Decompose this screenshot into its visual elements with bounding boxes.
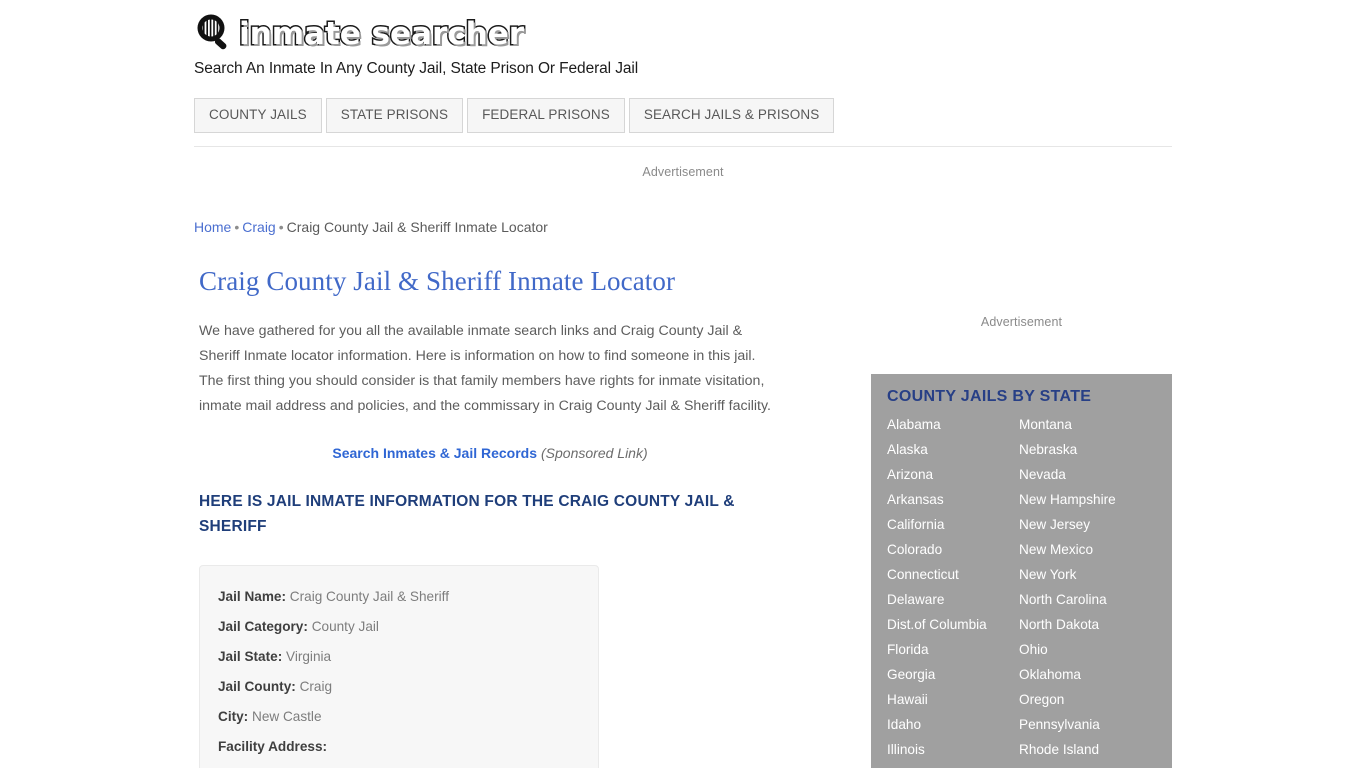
info-value: New Castle [252,709,322,724]
state-link-arkansas[interactable]: Arkansas [887,487,1019,512]
state-link-georgia[interactable]: Georgia [887,662,1019,687]
state-link-alaska[interactable]: Alaska [887,437,1019,462]
state-link-nebraska[interactable]: Nebraska [1019,437,1156,462]
breadcrumb: Home • Craig • Craig County Jail & Sheriff I… [194,219,548,235]
info-label: Jail Category: [218,619,308,634]
state-link-north-dakota[interactable]: North Dakota [1019,612,1156,637]
header-divider [194,146,1172,147]
breadcrumb-separator: • [234,219,240,235]
state-link-illinois[interactable]: Illinois [887,737,1019,762]
state-link-florida[interactable]: Florida [887,637,1019,662]
info-label: Jail State: [218,649,283,664]
info-row-jail-state: Jail State: Virginia [218,642,580,672]
main-navigation: COUNTY JAILS STATE PRISONS FEDERAL PRISO… [194,98,835,133]
sponsored-link-row: Search Inmates & Jail Records (Sponsored … [199,445,781,461]
breadcrumb-home-link[interactable]: Home [194,219,231,235]
nav-search-jails-prisons[interactable]: SEARCH JAILS & PRISONS [628,98,835,133]
jail-info-box: Jail Name: Craig County Jail & Sheriff J… [199,565,599,768]
sidebar-county-jails-by-state: COUNTY JAILS BY STATE Alabama Alaska Ari… [871,374,1172,768]
state-link-alabama[interactable]: Alabama [887,412,1019,437]
state-link-california[interactable]: California [887,512,1019,537]
state-link-new-hampshire[interactable]: New Hampshire [1019,487,1156,512]
state-link-new-york[interactable]: New York [1019,562,1156,587]
state-link-delaware[interactable]: Delaware [887,587,1019,612]
sponsored-link-note: (Sponsored Link) [541,445,648,461]
info-label: Facility Address: [218,739,328,754]
state-column-left: Alabama Alaska Arizona Arkansas Californ… [887,412,1019,762]
main-content: Craig County Jail & Sheriff Inmate Locat… [199,262,799,768]
state-link-idaho[interactable]: Idaho [887,712,1019,737]
intro-paragraph: We have gathered for you all the availab… [199,323,771,414]
breadcrumb-separator: • [278,219,284,235]
state-link-north-carolina[interactable]: North Carolina [1019,587,1156,612]
state-link-colorado[interactable]: Colorado [887,537,1019,562]
state-link-arizona[interactable]: Arizona [887,462,1019,487]
facility-address-line1: Main Street [218,762,580,768]
state-column-right: Montana Nebraska Nevada New Hampshire Ne… [1019,412,1156,762]
state-link-dist-of-columbia[interactable]: Dist.of Columbia [887,612,1019,637]
info-value: Virginia [286,649,332,664]
side-advertisement-label: Advertisement [980,315,1063,329]
sidebar-title: COUNTY JAILS BY STATE [887,388,1092,405]
state-links-grid: Alabama Alaska Arizona Arkansas Californ… [887,412,1156,762]
state-link-pennsylvania[interactable]: Pennsylvania [1019,712,1156,737]
state-link-hawaii[interactable]: Hawaii [887,687,1019,712]
breadcrumb-county-link[interactable]: Craig [242,219,275,235]
nav-federal-prisons[interactable]: FEDERAL PRISONS [467,98,625,133]
page-root: inmate searcher Search An Inmate In Any … [0,0,1366,768]
nav-county-jails[interactable]: COUNTY JAILS [194,98,322,133]
info-row-facility-address: Facility Address: [218,732,580,762]
state-link-new-jersey[interactable]: New Jersey [1019,512,1156,537]
state-link-rhode-island[interactable]: Rhode Island [1019,737,1156,762]
magnifier-jail-icon [194,13,236,55]
info-value: Craig County Jail & Sheriff [289,589,449,604]
info-label: Jail County: [218,679,296,694]
site-tagline: Search An Inmate In Any County Jail, Sta… [194,60,639,77]
state-link-nevada[interactable]: Nevada [1019,462,1156,487]
state-link-new-mexico[interactable]: New Mexico [1019,537,1156,562]
info-row-jail-county: Jail County: Craig [218,672,580,702]
nav-state-prisons[interactable]: STATE PRISONS [325,98,464,133]
logo[interactable]: inmate searcher [194,12,1172,56]
logo-text: inmate searcher [238,15,526,54]
site-header: inmate searcher Search An Inmate In Any … [194,12,1172,78]
info-value: Craig [299,679,333,694]
section-heading: HERE IS JAIL INMATE INFORMATION FOR THE … [199,493,735,535]
page-title: Craig County Jail & Sheriff Inmate Locat… [199,266,676,296]
info-label: City: [218,709,249,724]
info-label: Jail Name: [218,589,287,604]
search-inmates-records-link[interactable]: Search Inmates & Jail Records [332,445,537,461]
state-link-oregon[interactable]: Oregon [1019,687,1156,712]
state-link-ohio[interactable]: Ohio [1019,637,1156,662]
state-link-montana[interactable]: Montana [1019,412,1156,437]
info-row-jail-name: Jail Name: Craig County Jail & Sheriff [218,582,580,612]
info-value: County Jail [311,619,379,634]
info-row-jail-category: Jail Category: County Jail [218,612,580,642]
state-link-connecticut[interactable]: Connecticut [887,562,1019,587]
breadcrumb-current: Craig County Jail & Sheriff Inmate Locat… [286,219,548,235]
info-row-city: City: New Castle [218,702,580,732]
top-advertisement-label: Advertisement [642,165,724,179]
state-link-oklahoma[interactable]: Oklahoma [1019,662,1156,687]
